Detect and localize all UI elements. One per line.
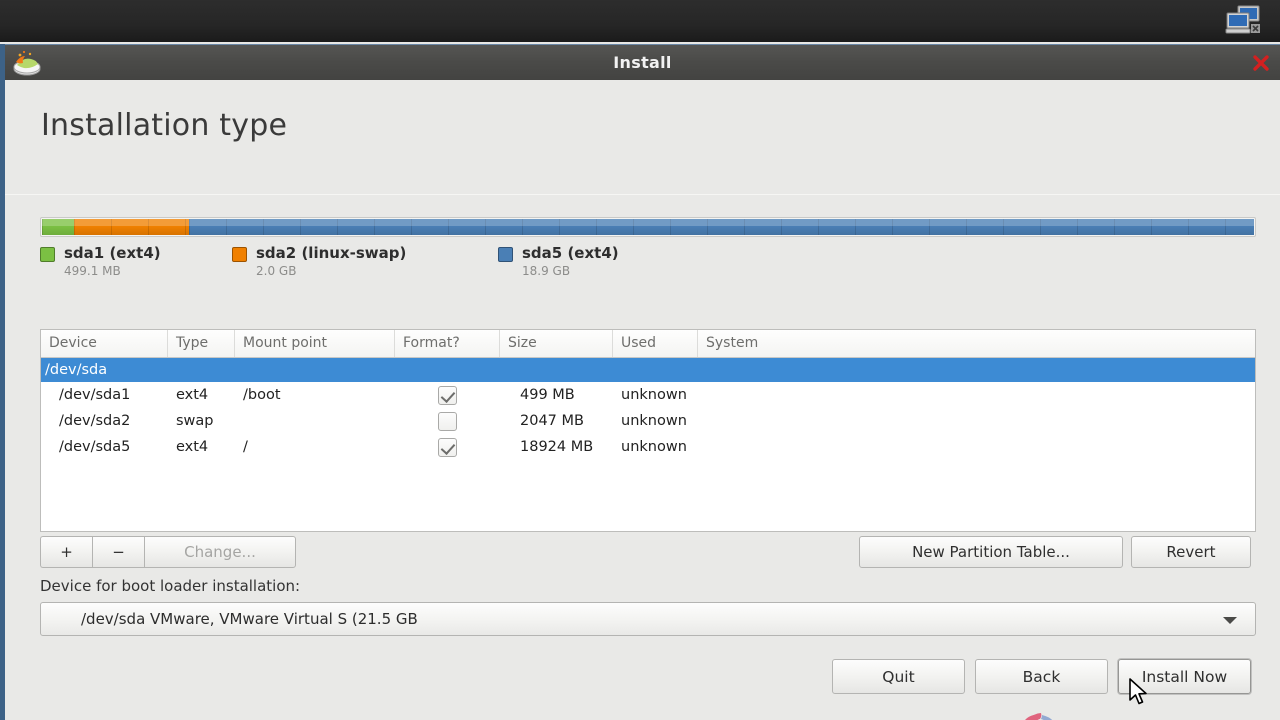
legend-item-0: sda1 (ext4) 499.1 MB — [40, 243, 232, 279]
install-now-button[interactable]: Install Now — [1118, 659, 1251, 694]
segment-ticks — [188, 219, 1254, 235]
partition-segment-sda2[interactable] — [73, 219, 189, 235]
table-row[interactable]: /dev/sda1 ext4/boot 499 MB unknown — [41, 382, 1255, 408]
cell-size: 499 MB — [520, 387, 575, 403]
partition-action-buttons: + − Change... — [40, 536, 296, 568]
table-row-disk[interactable]: /dev/sda — [41, 358, 1255, 382]
screen: Install Installation type sda1 (ext4) 499… — [0, 0, 1280, 720]
cell-device: /dev/sda1 — [59, 387, 131, 403]
column-header-size[interactable]: Size — [500, 330, 613, 357]
window-title: Install — [613, 53, 672, 72]
page-title: Installation type — [41, 108, 288, 143]
partition-usage-bar[interactable] — [40, 217, 1256, 237]
linuxhelp-logo: Linux Help — [1002, 710, 1258, 720]
table-row[interactable]: /dev/sda5 ext4 / 18924 MB unknown — [41, 434, 1255, 460]
cell-used: unknown — [621, 413, 687, 429]
system-top-bar — [0, 0, 1280, 42]
cell-used: unknown — [621, 439, 687, 455]
cell-size: 18924 MB — [520, 439, 594, 455]
partition-legend: sda1 (ext4) 499.1 MB sda2 (linux-swap) 2.0 … — [40, 243, 698, 279]
segment-ticks — [42, 219, 74, 235]
column-header-system[interactable]: System — [698, 330, 1255, 357]
column-header-device[interactable]: Device — [41, 330, 168, 357]
partition-segment-sda1[interactable] — [42, 219, 74, 235]
cell-mount: /boot — [243, 387, 281, 403]
cell-used: unknown — [621, 387, 687, 403]
legend-size: 499.1 MB — [64, 264, 121, 278]
bootloader-device-value: /dev/sda VMware, VMware Virtual S (21.5 … — [81, 610, 418, 628]
window-titlebar: Install — [5, 44, 1280, 80]
table-body: /dev/sda/dev/sda1 ext4/boot 499 MB unknown /… — [41, 358, 1255, 460]
bootloader-label: Device for boot loader installation: — [40, 577, 301, 595]
close-icon[interactable] — [1250, 52, 1272, 74]
column-header-format[interactable]: Format? — [395, 330, 500, 357]
legend-swatch-icon — [40, 247, 55, 262]
legend-label: sda2 (linux-swap) — [256, 244, 407, 262]
cell-format — [395, 382, 500, 408]
partition-segment-sda5[interactable] — [188, 219, 1255, 235]
legend-size: 2.0 GB — [256, 264, 297, 278]
header-separator — [5, 194, 1280, 195]
cell-mount: / — [243, 439, 248, 455]
cell-device: /dev/sda5 — [59, 439, 131, 455]
segment-ticks — [73, 219, 189, 235]
chevron-down-icon — [1223, 617, 1237, 624]
legend-item-1: sda2 (linux-swap) 2.0 GB — [232, 243, 498, 279]
back-button[interactable]: Back — [975, 659, 1108, 694]
change-partition-button: Change... — [144, 536, 296, 568]
new-partition-table-button[interactable]: New Partition Table... — [859, 536, 1123, 568]
cell-type: ext4 — [176, 439, 209, 455]
wizard-buttons: Quit Back Install Now — [832, 659, 1251, 694]
add-partition-button[interactable]: + — [40, 536, 92, 568]
column-header-used[interactable]: Used — [613, 330, 698, 357]
format-checkbox[interactable] — [438, 437, 457, 457]
displays-icon[interactable] — [1224, 5, 1262, 35]
disk-device-label: /dev/sda — [45, 362, 108, 378]
revert-button[interactable]: Revert — [1131, 536, 1251, 568]
cell-format — [395, 408, 500, 434]
installer-window: Install Installation type sda1 (ext4) 499… — [0, 44, 1280, 720]
cell-device: /dev/sda2 — [59, 413, 131, 429]
window-content: Installation type sda1 (ext4) 499.1 MB sda… — [5, 80, 1280, 720]
legend-swatch-icon — [498, 247, 513, 262]
format-checkbox[interactable] — [438, 385, 457, 405]
legend-swatch-icon — [232, 247, 247, 262]
cell-size: 2047 MB — [520, 413, 584, 429]
remove-partition-button[interactable]: − — [92, 536, 144, 568]
table-header-row: Device Type Mount point Format? Size Used Syst… — [41, 330, 1255, 358]
cell-type: ext4 — [176, 387, 209, 403]
partition-table: Device Type Mount point Format? Size Used Syst… — [40, 329, 1256, 532]
legend-label: sda1 (ext4) — [64, 244, 161, 262]
bootloader-device-select[interactable]: /dev/sda VMware, VMware Virtual S (21.5 … — [40, 602, 1256, 636]
legend-item-2: sda5 (ext4) 18.9 GB — [498, 243, 698, 279]
format-checkbox[interactable] — [438, 411, 457, 431]
legend-size: 18.9 GB — [522, 264, 571, 278]
legend-label: sda5 (ext4) — [522, 244, 619, 262]
cell-format — [395, 434, 500, 460]
column-header-mount[interactable]: Mount point — [235, 330, 395, 357]
cell-type: swap — [176, 413, 214, 429]
table-row[interactable]: /dev/sda2 swap 2047 MB unknown — [41, 408, 1255, 434]
quit-button[interactable]: Quit — [832, 659, 965, 694]
table-side-buttons: New Partition Table... Revert — [859, 536, 1251, 568]
column-header-type[interactable]: Type — [168, 330, 235, 357]
